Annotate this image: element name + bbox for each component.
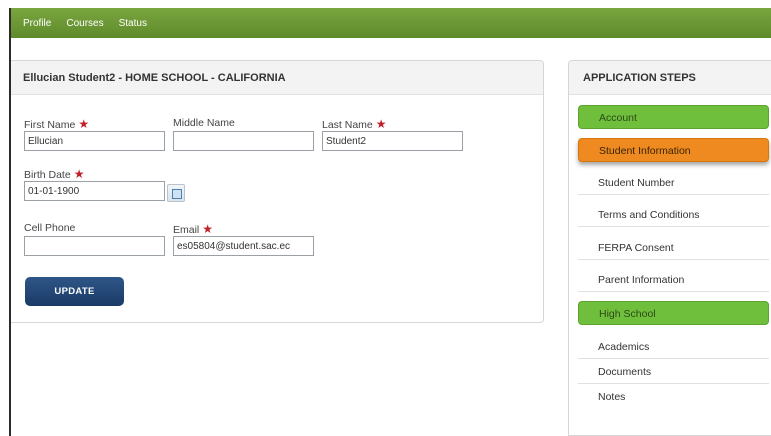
first-name-field: First Name ★ [24,117,165,151]
nav-status[interactable]: Status [119,18,147,29]
middle-name-input[interactable] [173,131,314,151]
email-field: Email ★ [173,222,314,256]
step-high-school[interactable]: High School [578,301,769,325]
substep-documents[interactable]: Documents [578,359,769,384]
top-nav: Profile Courses Status [11,8,162,38]
required-star-icon: ★ [375,117,387,131]
cell-phone-label: Cell Phone [24,222,76,234]
nav-courses[interactable]: Courses [66,18,103,29]
email-label: Email [173,224,200,236]
birth-date-label: Birth Date [24,169,71,181]
email-input[interactable] [173,236,314,256]
last-name-label: Last Name [322,119,373,131]
substep-notes[interactable]: Notes [578,384,769,409]
first-name-label: First Name [24,119,76,131]
nav-profile[interactable]: Profile [23,18,51,29]
birth-date-field: Birth Date ★ [24,167,165,201]
step-parent-information[interactable]: Parent Information [578,268,769,292]
middle-name-label: Middle Name [173,117,235,129]
substep-academics[interactable]: Academics [578,334,769,359]
last-name-input[interactable] [322,131,463,151]
required-star-icon: ★ [202,222,214,236]
step-terms-and-conditions[interactable]: Terms and Conditions [578,203,769,227]
steps-title: APPLICATION STEPS [569,61,771,95]
required-star-icon: ★ [73,167,85,181]
application-steps-panel: APPLICATION STEPS Account Student Inform… [568,60,771,436]
update-button[interactable]: UPDATE [25,277,124,306]
step-student-information[interactable]: Student Information [578,138,769,162]
step-student-number[interactable]: Student Number [578,171,769,195]
required-star-icon: ★ [78,117,90,131]
form-title: Ellucian Student2 - HOME SCHOOL - CALIFO… [11,61,543,95]
birth-date-input[interactable] [24,181,165,201]
step-ferpa-consent[interactable]: FERPA Consent [578,236,769,260]
calendar-icon[interactable] [167,184,185,202]
first-name-input[interactable] [24,131,165,151]
cell-phone-field: Cell Phone [24,222,165,256]
cell-phone-input[interactable] [24,236,165,256]
step-account[interactable]: Account [578,105,769,129]
middle-name-field: Middle Name [173,117,314,151]
last-name-field: Last Name ★ [322,117,463,151]
